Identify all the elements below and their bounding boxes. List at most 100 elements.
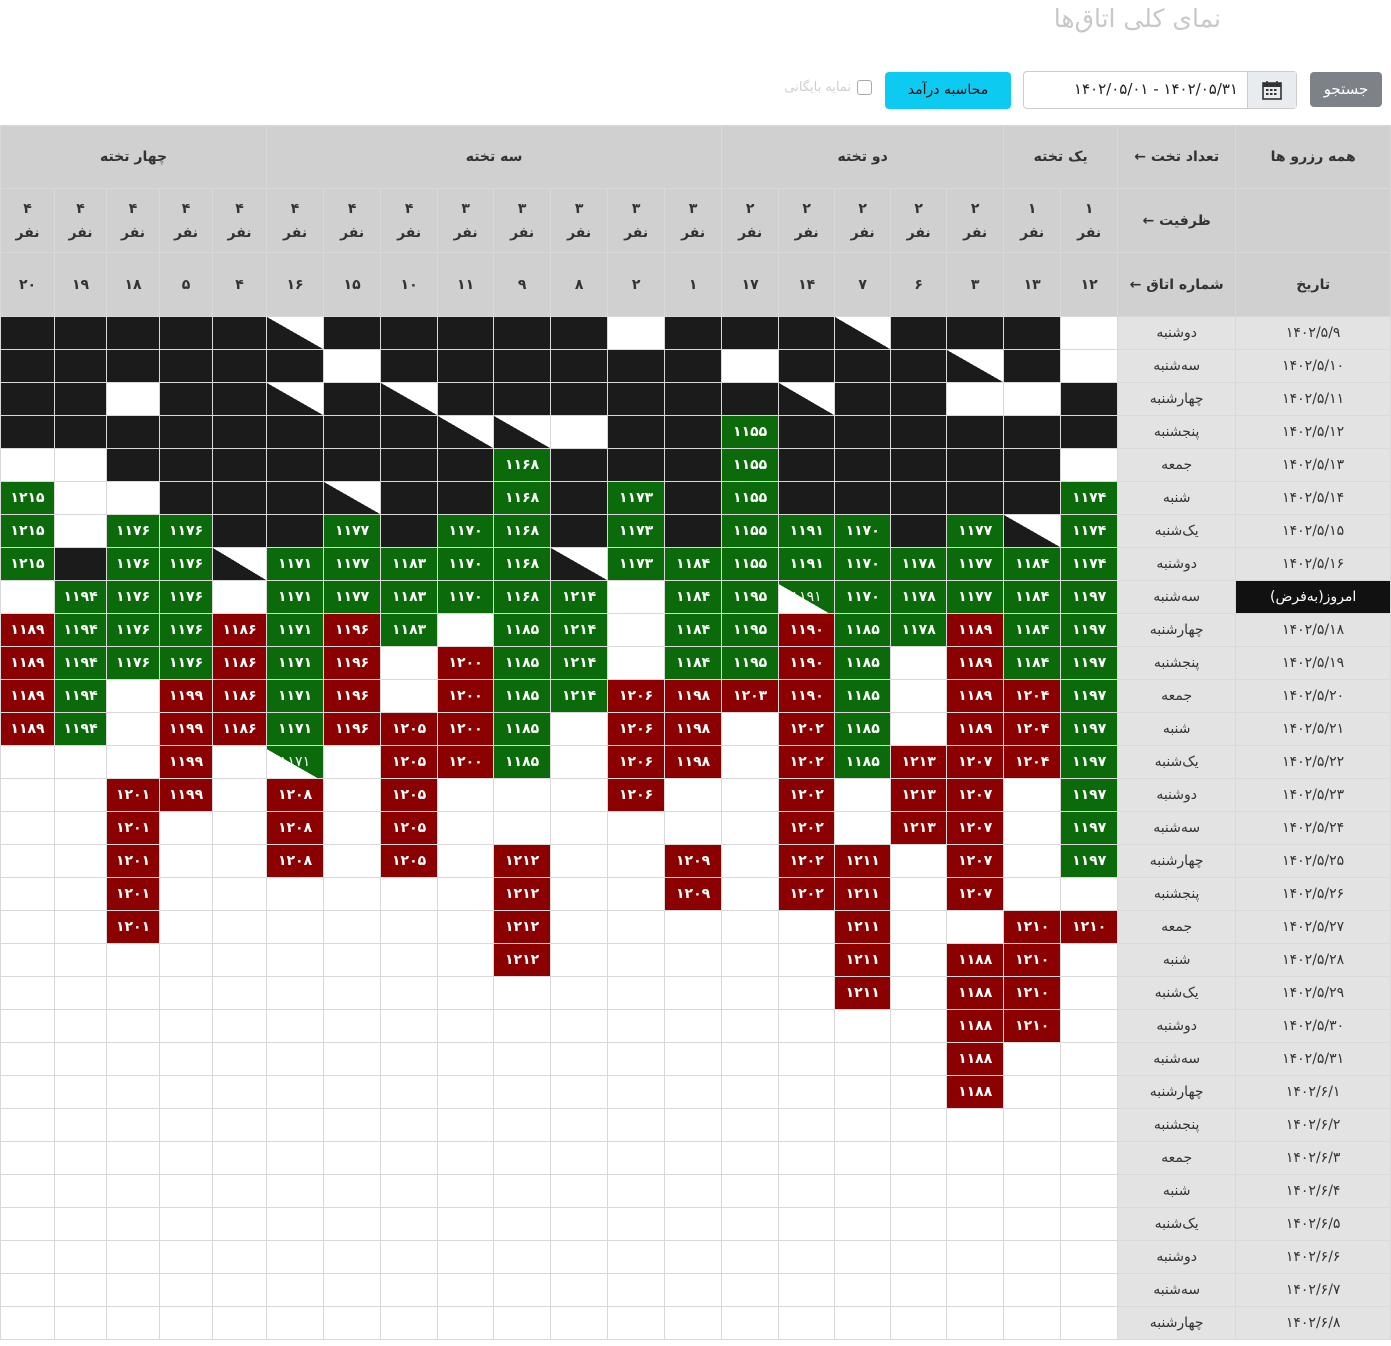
free-cell[interactable] — [159, 910, 214, 944]
free-cell[interactable] — [493, 1273, 552, 1307]
free-cell[interactable] — [323, 943, 382, 977]
free-cell[interactable] — [1003, 1141, 1062, 1175]
search-button[interactable]: جستجو — [1310, 72, 1382, 107]
reservation-cell[interactable]: ۱۱۷۱ — [266, 547, 325, 581]
reservation-cell[interactable]: ۱۱۷۶ — [106, 547, 161, 581]
free-cell[interactable] — [212, 1240, 268, 1274]
reservation-cell[interactable]: ۱۱۹۷ — [1060, 646, 1119, 680]
reservation-cell[interactable]: ۱۲۱۲ — [493, 844, 552, 878]
free-cell[interactable] — [946, 1273, 1005, 1307]
free-cell[interactable] — [493, 976, 552, 1010]
free-cell[interactable] — [159, 811, 214, 845]
blocked-cell[interactable] — [159, 316, 214, 350]
reservation-cell[interactable]: ۱۱۸۶ — [212, 613, 268, 647]
free-cell[interactable] — [437, 976, 495, 1010]
reservation-cell[interactable]: ۱۲۰۶ — [607, 679, 666, 713]
reservation-cell[interactable]: ۱۱۸۹ — [0, 679, 56, 713]
free-cell[interactable] — [323, 1207, 382, 1241]
reservation-cell[interactable]: ۱۱۸۴ — [1003, 646, 1062, 680]
free-cell[interactable] — [380, 1306, 439, 1340]
blocked-cell[interactable] — [266, 349, 325, 383]
reservation-cell[interactable]: ۱۲۰۵ — [380, 745, 439, 779]
free-cell[interactable] — [0, 1240, 56, 1274]
free-cell[interactable] — [212, 1273, 268, 1307]
free-cell[interactable] — [212, 1306, 268, 1340]
reservation-cell[interactable]: ۱۱۵۵ — [721, 415, 780, 449]
free-cell[interactable] — [721, 1042, 780, 1076]
blocked-cell[interactable] — [212, 547, 268, 581]
free-cell[interactable] — [890, 976, 948, 1010]
free-cell[interactable] — [1060, 1207, 1119, 1241]
reservation-cell[interactable]: ۱۱۸۵ — [493, 613, 552, 647]
blocked-cell[interactable] — [323, 415, 382, 449]
reservation-cell[interactable]: ۱۱۷۱ — [266, 613, 325, 647]
reservation-cell[interactable]: ۱۱۹۴ — [54, 580, 108, 614]
free-cell[interactable] — [106, 1306, 161, 1340]
free-cell[interactable] — [323, 349, 382, 383]
reservation-cell[interactable]: ۱۱۸۳ — [380, 613, 439, 647]
free-cell[interactable] — [437, 1273, 495, 1307]
free-cell[interactable] — [607, 943, 666, 977]
blocked-cell[interactable] — [890, 448, 948, 482]
free-cell[interactable] — [266, 1075, 325, 1109]
reservation-cell[interactable]: ۱۱۷۱ — [266, 745, 325, 779]
free-cell[interactable] — [437, 1240, 495, 1274]
blocked-cell[interactable] — [778, 448, 836, 482]
free-cell[interactable] — [380, 1042, 439, 1076]
free-cell[interactable] — [721, 877, 780, 911]
reservation-cell[interactable]: ۱۱۵۵ — [721, 448, 780, 482]
reservation-cell[interactable]: ۱۲۱۱ — [834, 976, 892, 1010]
free-cell[interactable] — [266, 943, 325, 977]
free-cell[interactable] — [834, 1207, 892, 1241]
free-cell[interactable] — [493, 1141, 552, 1175]
free-cell[interactable] — [946, 1207, 1005, 1241]
free-cell[interactable] — [106, 1009, 161, 1043]
blocked-cell[interactable] — [380, 382, 439, 416]
free-cell[interactable] — [54, 1306, 108, 1340]
reservation-cell[interactable]: ۱۲۰۷ — [946, 745, 1005, 779]
blocked-cell[interactable] — [1060, 415, 1119, 449]
free-cell[interactable] — [159, 943, 214, 977]
free-cell[interactable] — [1060, 1174, 1119, 1208]
blocked-cell[interactable] — [266, 481, 325, 515]
blocked-cell[interactable] — [1003, 481, 1062, 515]
free-cell[interactable] — [778, 1240, 836, 1274]
free-cell[interactable] — [778, 1306, 836, 1340]
free-cell[interactable] — [0, 943, 56, 977]
reservation-cell[interactable]: ۱۲۰۸ — [266, 778, 325, 812]
free-cell[interactable] — [1003, 778, 1062, 812]
free-cell[interactable] — [437, 1306, 495, 1340]
free-cell[interactable] — [493, 1009, 552, 1043]
reservation-cell[interactable]: ۱۱۷۶ — [159, 547, 214, 581]
free-cell[interactable] — [778, 976, 836, 1010]
free-cell[interactable] — [106, 1174, 161, 1208]
free-cell[interactable] — [212, 910, 268, 944]
free-cell[interactable] — [0, 1108, 56, 1142]
free-cell[interactable] — [890, 1174, 948, 1208]
reservation-cell[interactable]: ۱۱۸۶ — [212, 646, 268, 680]
free-cell[interactable] — [664, 1141, 723, 1175]
free-cell[interactable] — [1060, 1075, 1119, 1109]
free-cell[interactable] — [946, 1108, 1005, 1142]
reservation-cell[interactable]: ۱۱۹۴ — [54, 646, 108, 680]
free-cell[interactable] — [323, 976, 382, 1010]
reservation-cell[interactable]: ۱۱۹۸ — [664, 712, 723, 746]
reservation-cell[interactable]: ۱۱۵۵ — [721, 514, 780, 548]
blocked-cell[interactable] — [550, 349, 609, 383]
blocked-cell[interactable] — [266, 382, 325, 416]
free-cell[interactable] — [721, 976, 780, 1010]
reservation-cell[interactable]: ۱۱۸۶ — [212, 712, 268, 746]
free-cell[interactable] — [664, 778, 723, 812]
blocked-cell[interactable] — [266, 316, 325, 350]
blocked-cell[interactable] — [212, 382, 268, 416]
free-cell[interactable] — [437, 844, 495, 878]
free-cell[interactable] — [664, 1108, 723, 1142]
free-cell[interactable] — [664, 1240, 723, 1274]
reservation-cell[interactable]: ۱۲۱۰ — [1003, 910, 1062, 944]
free-cell[interactable] — [159, 976, 214, 1010]
free-cell[interactable] — [212, 1108, 268, 1142]
blocked-cell[interactable] — [664, 448, 723, 482]
free-cell[interactable] — [106, 1207, 161, 1241]
blocked-cell[interactable] — [664, 382, 723, 416]
blocked-cell[interactable] — [212, 448, 268, 482]
